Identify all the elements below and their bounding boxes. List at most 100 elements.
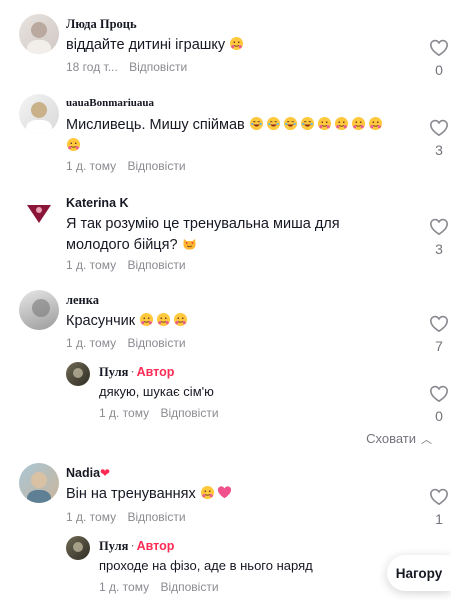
separator-dot: · (130, 365, 135, 379)
avatar[interactable] (19, 14, 59, 54)
comment-time: 1 д. тому (66, 258, 117, 272)
comment-time: 1 д. тому (99, 580, 150, 594)
comment-author[interactable]: uauaBonmariuaua (66, 97, 154, 109)
like-count: 3 (435, 142, 443, 158)
comment-text: проходе на фізо, аде в нього наряд (99, 556, 379, 575)
like-count: 7 (435, 338, 443, 354)
like-button[interactable]: 7 (429, 314, 449, 354)
hugging-emoji-icon (368, 116, 383, 131)
chevron-up-icon: ︿ (421, 434, 432, 446)
reply-button[interactable]: Відповісти (127, 159, 185, 173)
comment-time: 1 д. тому (66, 159, 117, 173)
like-button[interactable]: 0 (429, 384, 449, 424)
comment-text: віддайте дитині іграшку (66, 35, 406, 56)
hugging-emoji-icon (173, 312, 188, 327)
comment-text-content: дякую, шукає сім'ю (99, 384, 214, 399)
like-button[interactable]: 3 (429, 118, 449, 158)
comment-author[interactable]: Nadia❤ (66, 466, 110, 480)
hugging-emoji-icon (200, 485, 215, 500)
author-name: Пуля (99, 365, 129, 379)
reply-button[interactable]: Відповісти (127, 336, 185, 350)
laughing-emoji-icon (300, 116, 315, 131)
reply-button[interactable]: Відповісти (127, 510, 185, 524)
avatar-photo-icon (26, 102, 52, 134)
heart-outline-icon (429, 38, 449, 58)
avatar-photo-icon (27, 22, 51, 54)
like-count: 0 (435, 408, 443, 424)
hugging-emoji-icon (317, 116, 332, 131)
like-count: 3 (435, 241, 443, 257)
comment-meta: 1 д. тому Відповісти (66, 336, 186, 350)
comment-text: Я так розумію це тренувальна миша для мо… (66, 214, 406, 256)
avatar[interactable] (19, 94, 59, 134)
comment-text-content: Я так розумію це тренувальна миша для мо… (66, 216, 340, 253)
comment-meta: 1 д. тому Відповісти (99, 580, 219, 594)
comment-author[interactable]: Пуля · Автор (99, 539, 174, 554)
hide-replies-button[interactable]: Сховати ︿ (366, 431, 432, 447)
avatar[interactable] (19, 290, 59, 330)
comment-text-content: Красунчик (66, 313, 136, 329)
comment-text-content: Мисливець. Мишу спіймав (66, 117, 245, 133)
heart-outline-icon (429, 118, 449, 138)
author-name: Пуля (99, 539, 129, 553)
like-button[interactable]: 0 (429, 38, 449, 78)
comment-time: 1 д. тому (66, 336, 117, 350)
comment-time: 1 д. тому (99, 406, 150, 420)
comment-text-content: Він на тренуваннях (66, 486, 196, 502)
heart-eyes-cat-emoji-icon (182, 236, 197, 251)
comment-meta: 1 д. тому Відповісти (66, 510, 186, 524)
heart-outline-icon (429, 384, 449, 404)
heart-outline-icon (429, 217, 449, 237)
author-name: Nadia (66, 466, 101, 480)
reply-button[interactable]: Відповісти (160, 406, 218, 420)
hugging-emoji-icon (66, 137, 81, 152)
avatar[interactable] (66, 362, 90, 386)
avatar-photo-icon (27, 472, 51, 503)
heart-outline-icon (429, 487, 449, 507)
hugging-emoji-icon (139, 312, 154, 327)
laughing-emoji-icon (249, 116, 264, 131)
like-count: 1 (435, 511, 443, 527)
comment-meta: 1 д. тому Відповісти (99, 406, 219, 420)
avatar-photo-icon (32, 299, 50, 317)
comment-text: Мисливець. Мишу спіймав (66, 115, 416, 157)
avatar[interactable] (19, 463, 59, 503)
avatar-logo-icon (27, 205, 51, 223)
hugging-emoji-icon (334, 116, 349, 131)
back-to-top-button[interactable]: Нагору (387, 555, 451, 591)
like-button[interactable]: 1 (429, 487, 449, 527)
like-count: 0 (435, 62, 443, 78)
hugging-emoji-icon (351, 116, 366, 131)
comment-author[interactable]: ленка (66, 293, 99, 308)
author-badge: Автор (136, 539, 175, 553)
comment-meta: 1 д. тому Відповісти (66, 159, 186, 173)
avatar[interactable] (19, 193, 59, 233)
reply-button[interactable]: Відповісти (127, 258, 185, 272)
comment-text-content: проходе на фізо, аде в нього наряд (99, 558, 313, 573)
like-button[interactable]: 3 (429, 217, 449, 257)
laughing-emoji-icon (266, 116, 281, 131)
comment-author[interactable]: Люда Проць (66, 17, 137, 32)
hide-replies-label: Сховати (366, 431, 416, 446)
avatar-photo-icon (73, 542, 83, 552)
hugging-emoji-icon (156, 312, 171, 327)
avatar-photo-icon (73, 368, 83, 378)
comment-text: Красунчик (66, 311, 406, 332)
pink-heart-emoji-icon (217, 485, 232, 500)
red-heart-icon: ❤ (100, 466, 111, 480)
separator-dot: · (130, 539, 135, 553)
comment-meta: 18 год т... Відповісти (66, 60, 187, 74)
reply-button[interactable]: Відповісти (160, 580, 218, 594)
comment-time: 1 д. тому (66, 510, 117, 524)
avatar[interactable] (66, 536, 90, 560)
reply-button[interactable]: Відповісти (129, 60, 187, 74)
comment-time: 18 год т... (66, 60, 118, 74)
laughing-emoji-icon (283, 116, 298, 131)
comment-meta: 1 д. тому Відповісти (66, 258, 186, 272)
comment-author[interactable]: Katerina K (66, 196, 129, 210)
comment-text: Він на тренуваннях (66, 484, 406, 505)
heart-outline-icon (429, 314, 449, 334)
comment-author[interactable]: Пуля · Автор (99, 365, 174, 380)
comment-text-content: віддайте дитині іграшку (66, 37, 226, 53)
comment-text: дякую, шукає сім'ю (99, 382, 399, 401)
